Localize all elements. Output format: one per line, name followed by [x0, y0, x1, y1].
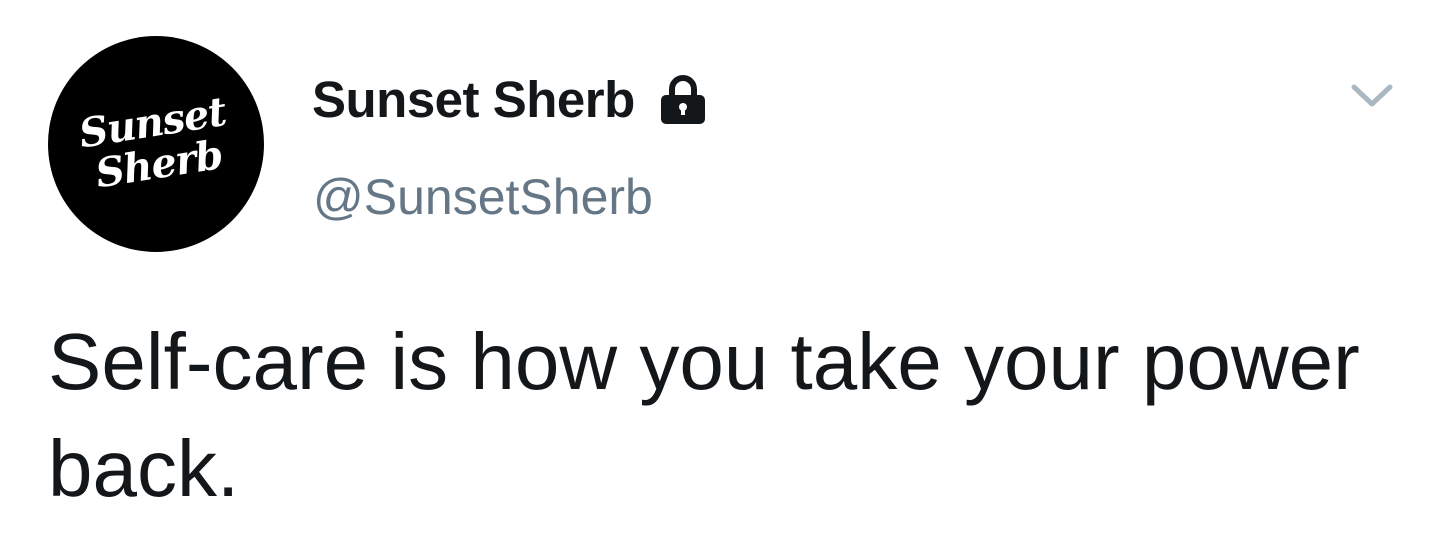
user-handle[interactable]: @SunsetSherb	[313, 167, 653, 227]
user-header: Sunset Sherb	[312, 70, 709, 130]
tweet-text: Self-care is how you take your power bac…	[48, 317, 1360, 513]
display-name[interactable]: Sunset Sherb	[312, 70, 635, 130]
avatar-logo-text: Sunset Sherb	[76, 88, 230, 198]
chevron-down-icon[interactable]	[1342, 72, 1402, 122]
lock-icon	[660, 75, 705, 124]
avatar[interactable]: Sunset Sherb	[48, 36, 264, 252]
